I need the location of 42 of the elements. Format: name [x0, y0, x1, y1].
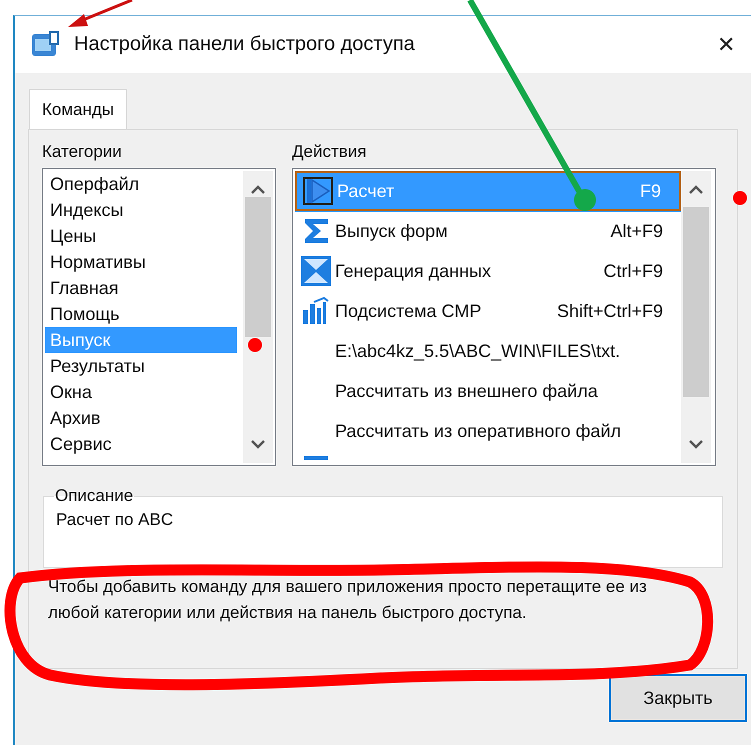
action-item[interactable]: Рассчитать из внешнего файла: [295, 371, 681, 411]
action-item[interactable]: Выпуск форм Alt+F9: [295, 211, 681, 251]
category-item[interactable]: Помощь: [45, 301, 237, 327]
scrollbar-thumb[interactable]: [245, 197, 271, 337]
scrollbar[interactable]: [243, 171, 273, 463]
help-text: Чтобы добавить команду для вашего приложения просто перетащите ее из любой категории или действия на панель быстрого доступа.: [47, 576, 648, 624]
scroll-down-icon[interactable]: [689, 440, 703, 449]
category-item[interactable]: Главная: [45, 275, 237, 301]
tab[interactable]: Команды: [29, 89, 128, 129]
category-item[interactable]: Оперфайл: [45, 171, 237, 197]
group-label: Описание: [54, 486, 134, 506]
scrollbar[interactable]: [681, 171, 711, 463]
close-button[interactable]: Закрыть: [609, 674, 747, 722]
action-item[interactable]: Генерация данных Ctrl+F9: [295, 251, 681, 291]
action-list[interactable]: Расчет F9 Выпуск форм Alt+F9 Генерация данных Ctrl+F9 Подсистема СМР Shift+Ctrl+F9 E:\abc4kz_5.5\ABC_WIN\FILES\txt. Рассчитать из внешнего файла Рассчитать из оперативного файл: [292, 168, 716, 466]
category-item[interactable]: Окна: [45, 379, 237, 405]
list-label: Категории: [42, 142, 123, 163]
action-item[interactable]: Подсистема СМР Shift+Ctrl+F9: [295, 291, 681, 331]
category-item[interactable]: Индексы: [45, 197, 237, 223]
category-item[interactable]: Нормативы: [45, 249, 237, 275]
category-item[interactable]: Цены: [45, 223, 237, 249]
category-item[interactable]: Сервис: [45, 431, 237, 457]
category-item[interactable]: Архив: [45, 405, 237, 431]
scrollbar-thumb[interactable]: [683, 207, 709, 397]
close-icon[interactable]: ✕: [717, 32, 735, 58]
window-title: Настройка панели быстрого доступа: [74, 33, 416, 56]
scroll-down-icon[interactable]: [251, 440, 265, 449]
category-item[interactable]: Результаты: [45, 353, 237, 379]
list-label: Действия: [292, 142, 368, 163]
arrow-annotation: [68, 0, 133, 27]
scroll-up-icon[interactable]: [251, 185, 265, 194]
bar-icon: [304, 455, 328, 461]
description-text: Расчет по ABC: [56, 510, 174, 530]
scroll-up-icon[interactable]: [689, 185, 703, 194]
hourglass-icon: [300, 255, 332, 287]
marker-dot: [248, 338, 262, 352]
marker-dot: [733, 191, 747, 205]
category-list[interactable]: Оперфайл Индексы Цены Нормативы Главная Помощь Выпуск Результаты Окна Архив Сервис: [42, 168, 276, 466]
action-item[interactable]: Рассчитать из оперативного файл: [295, 411, 681, 451]
action-item[interactable]: E:\abc4kz_5.5\ABC_WIN\FILES\txt.: [295, 331, 681, 371]
play-icon: [303, 177, 333, 205]
chart-icon: [301, 296, 331, 326]
